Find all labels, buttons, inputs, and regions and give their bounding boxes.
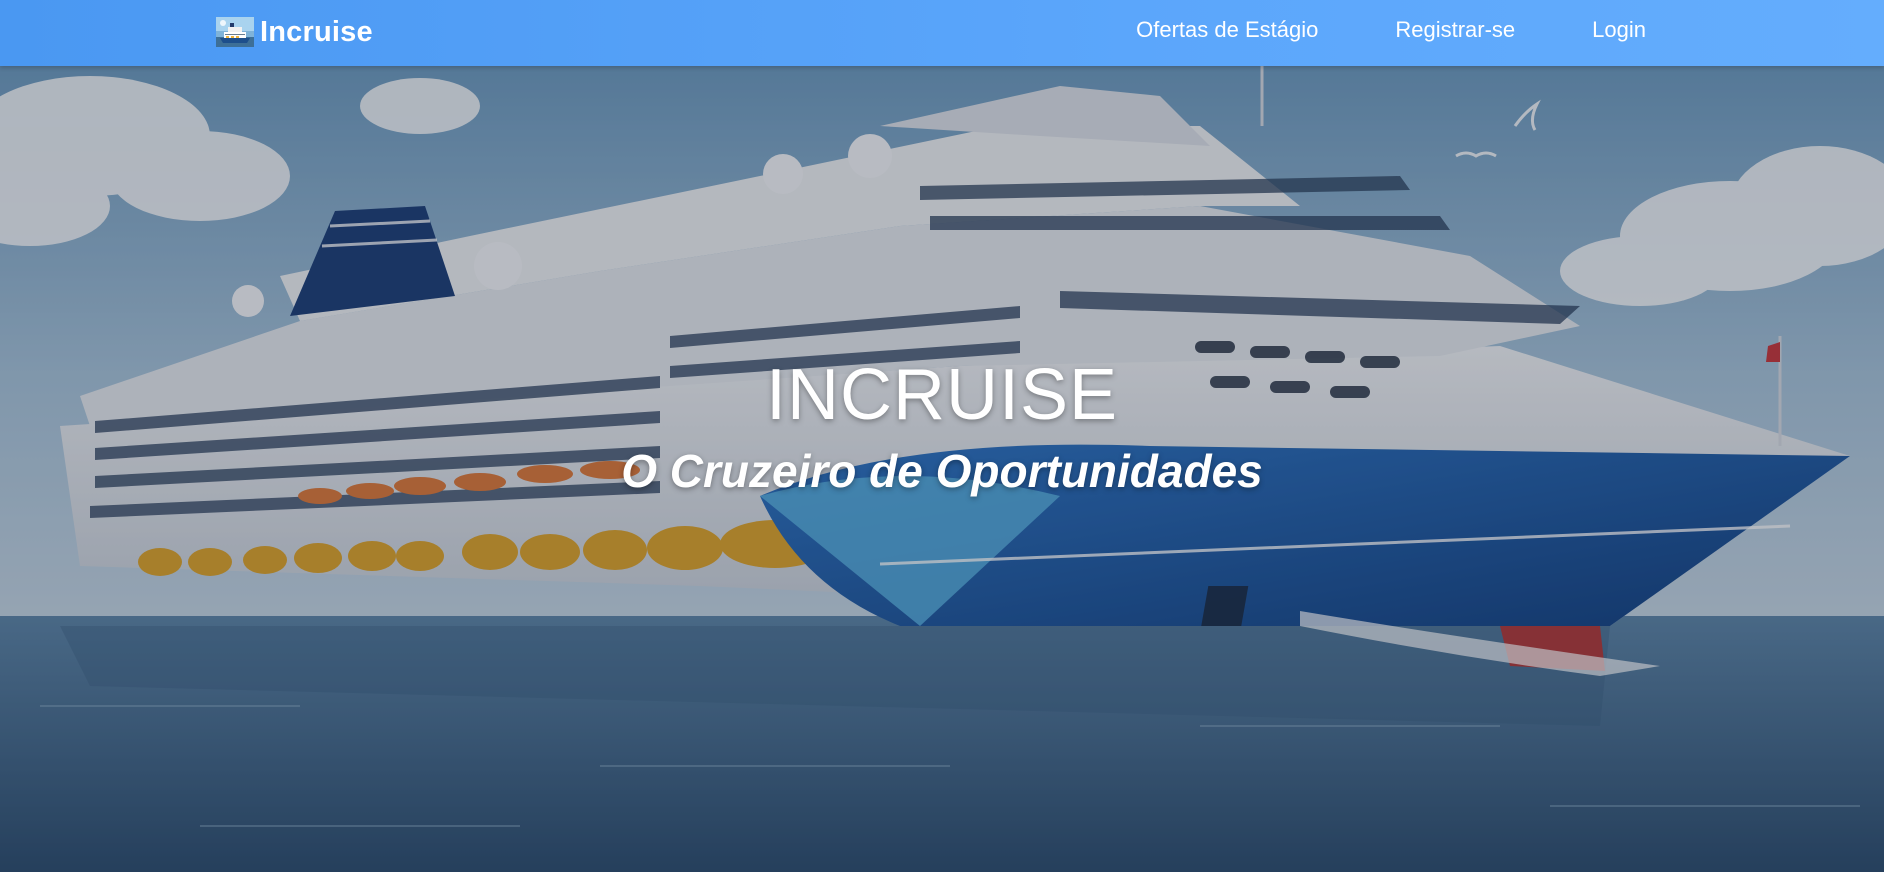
nav-link-login[interactable]: Login xyxy=(1592,17,1646,43)
brand-link[interactable]: Incruise xyxy=(216,14,373,50)
page: Incruise Ofertas de Estágio Registrar-se… xyxy=(0,0,1884,872)
brand-name: Incruise xyxy=(260,15,373,48)
hero-subtitle: O Cruzeiro de Oportunidades xyxy=(621,445,1263,497)
nav-link-registrar-se[interactable]: Registrar-se xyxy=(1395,17,1515,43)
nav-links: Ofertas de Estágio Registrar-se Login xyxy=(1136,0,1646,60)
navbar: Incruise Ofertas de Estágio Registrar-se… xyxy=(0,0,1884,66)
nav-link-ofertas-de-estagio[interactable]: Ofertas de Estágio xyxy=(1136,17,1318,43)
hero-section: INCRUISE O Cruzeiro de Oportunidades xyxy=(0,66,1884,872)
hero-title: INCRUISE xyxy=(765,355,1119,435)
cruise-ship-logo-icon xyxy=(216,17,254,47)
